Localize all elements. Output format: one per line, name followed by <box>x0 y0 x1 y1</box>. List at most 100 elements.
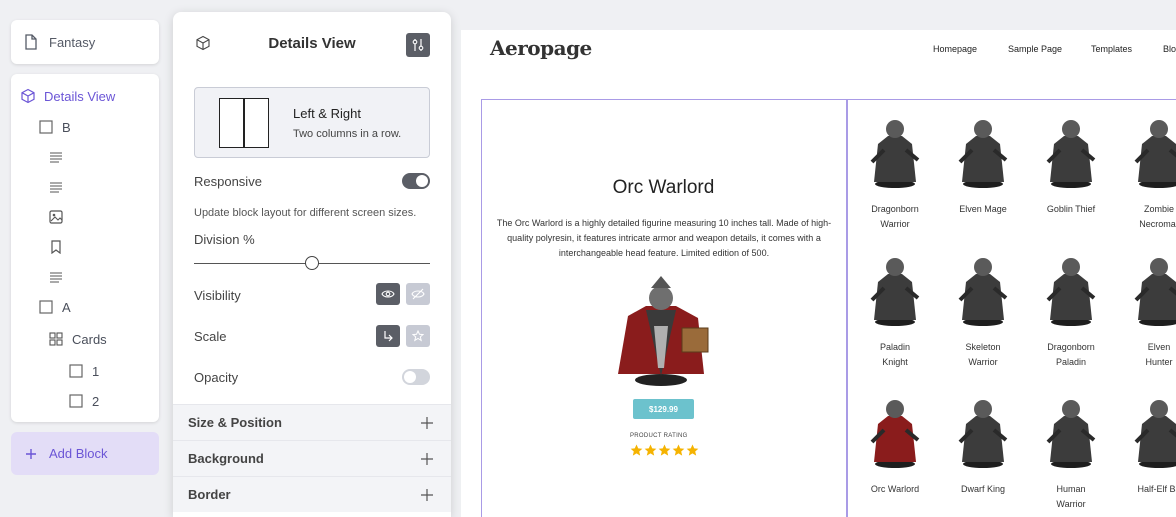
tree-item-image[interactable] <box>48 207 64 227</box>
scale-down-button[interactable] <box>376 325 400 347</box>
responsive-help: Update block layout for different screen… <box>194 207 417 219</box>
tune-icon <box>410 37 426 53</box>
nav-link-templates[interactable]: Templates <box>1091 44 1132 54</box>
figurine-card[interactable]: Dwarf King <box>938 396 1028 497</box>
price-badge[interactable]: $129.99 <box>633 399 694 419</box>
tree-item-bookmark[interactable] <box>48 237 64 257</box>
rating-label: PRODUCT RATING <box>630 433 688 439</box>
figurine-image <box>958 120 1008 188</box>
star-icon <box>686 444 699 456</box>
checkbox-icon[interactable] <box>68 363 84 379</box>
tree-item-block-b[interactable]: B <box>38 117 71 137</box>
plus-icon <box>419 415 435 431</box>
star-icon <box>644 444 657 456</box>
figurine-name-line: Dragonborn <box>871 204 919 214</box>
figurine-name: Half-Elf Ba <box>1114 482 1176 497</box>
figurine-image <box>1134 400 1176 468</box>
figurine-card[interactable]: Human Warrior <box>1026 396 1116 512</box>
settings-button[interactable] <box>406 33 430 57</box>
figurine-name-line: Warrior <box>1056 499 1086 509</box>
figurine-image <box>1046 400 1096 468</box>
visible-button[interactable] <box>376 283 400 305</box>
tree-item-label: 1 <box>92 363 100 379</box>
tree-item-label: B <box>62 119 71 135</box>
figurine-card[interactable]: Paladin Knight <box>850 254 940 370</box>
figurine-name: Goblin Thief <box>1026 202 1116 217</box>
arrow-down-right-icon <box>380 328 396 344</box>
figurine-card[interactable]: Half-Elf Ba <box>1114 396 1176 497</box>
nav-link-blog[interactable]: Blo <box>1163 44 1176 54</box>
figurine-name: Dragonborn Paladin <box>1026 340 1116 370</box>
figurine-name-line: Orc Warlord <box>870 484 920 494</box>
details-header: Details View <box>173 12 451 76</box>
layout-description: Two columns in a row. <box>293 128 402 140</box>
figurine-name-line: Goblin Thief <box>1046 204 1096 214</box>
plus-icon <box>419 451 435 467</box>
tree-item-block-a[interactable]: A <box>38 297 71 317</box>
product-description: The Orc Warlord is a highly detailed fig… <box>496 218 832 258</box>
figurine-name: Orc Warlord <box>850 482 940 497</box>
tree-item-card-2[interactable]: 2 <box>68 391 99 411</box>
figurine-name-line: Warrior <box>880 219 910 229</box>
figurine-card[interactable]: Orc Warlord <box>850 396 940 497</box>
tree-item-text[interactable] <box>48 177 64 197</box>
section-label: Size & Position <box>188 415 282 430</box>
division-slider-thumb[interactable] <box>305 256 319 270</box>
tree-item-details-view[interactable]: Details View <box>20 86 115 106</box>
figurine-image <box>870 258 920 326</box>
figurine-image <box>1134 258 1176 326</box>
figurine-card[interactable]: Zombie Necromar <box>1114 116 1176 232</box>
figurine-card[interactable]: Elven Mage <box>938 116 1028 217</box>
figurine-card[interactable]: Dragonborn Paladin <box>1026 254 1116 370</box>
figurine-card[interactable]: Skeleton Warrior <box>938 254 1028 370</box>
plus-icon <box>23 446 39 462</box>
tree-item-text[interactable] <box>48 147 64 167</box>
opacity-toggle[interactable] <box>402 369 430 385</box>
opacity-label: Opacity <box>194 370 239 385</box>
tree-item-label: 2 <box>92 393 100 409</box>
figurine-card[interactable]: Dragonborn Warrior <box>850 116 940 232</box>
section-border[interactable]: Border <box>173 476 451 512</box>
scale-up-button[interactable] <box>406 325 430 347</box>
section-label: Border <box>188 487 231 502</box>
figurine-card[interactable]: Goblin Thief <box>1026 116 1116 217</box>
checkbox-icon[interactable] <box>38 299 54 315</box>
figurine-image <box>1134 120 1176 188</box>
text-lines-icon <box>48 149 64 165</box>
layout-name: Left & Right <box>293 106 361 121</box>
add-block-label: Add Block <box>49 446 108 461</box>
details-panel: Details View Left & Right Two columns in… <box>173 12 451 517</box>
figurine-name: Elven Mage <box>938 202 1028 217</box>
figurine-name-line: Necromar <box>1139 219 1176 229</box>
section-background[interactable]: Background <box>173 440 451 476</box>
text-lines-icon <box>48 179 64 195</box>
figurine-card[interactable]: Elven Hunter <box>1114 254 1176 370</box>
site-logo[interactable]: Aeropage <box>490 36 592 60</box>
layout-selector[interactable]: Left & Right Two columns in a row. <box>194 87 430 158</box>
section-size-position[interactable]: Size & Position <box>173 404 451 440</box>
figurine-name: Dwarf King <box>938 482 1028 497</box>
tree-item-cards[interactable]: Cards <box>48 329 107 349</box>
bookmark-icon <box>48 239 64 255</box>
hidden-button[interactable] <box>406 283 430 305</box>
figurine-name-line: Knight <box>882 357 908 367</box>
checkbox-icon[interactable] <box>38 119 54 135</box>
nav-link-homepage[interactable]: Homepage <box>933 44 977 54</box>
add-block-button[interactable]: Add Block <box>11 432 159 475</box>
responsive-toggle[interactable] <box>402 173 430 189</box>
figurine-name-line: Dwarf King <box>960 484 1005 494</box>
section-label: Background <box>188 451 264 466</box>
tree-item-text[interactable] <box>48 267 64 287</box>
figurine-name-line: Half-Elf Ba <box>1137 484 1176 494</box>
tree-item-card-1[interactable]: 1 <box>68 361 99 381</box>
left-column-block[interactable]: Orc Warlord The Orc Warlord is a highly … <box>481 99 847 517</box>
figurine-name-line: Human <box>1056 484 1086 494</box>
tree-item-label: A <box>62 299 71 315</box>
text-lines-icon <box>48 269 64 285</box>
cards-block[interactable]: Dragonborn Warrior Elven Mage Goblin Thief Z… <box>847 99 1176 517</box>
checkbox-icon[interactable] <box>68 393 84 409</box>
page-selector[interactable]: Fantasy <box>11 20 159 64</box>
page-icon <box>23 34 39 50</box>
figurine-name: Zombie Necromar <box>1114 202 1176 232</box>
nav-link-sample-page[interactable]: Sample Page <box>1008 44 1062 54</box>
